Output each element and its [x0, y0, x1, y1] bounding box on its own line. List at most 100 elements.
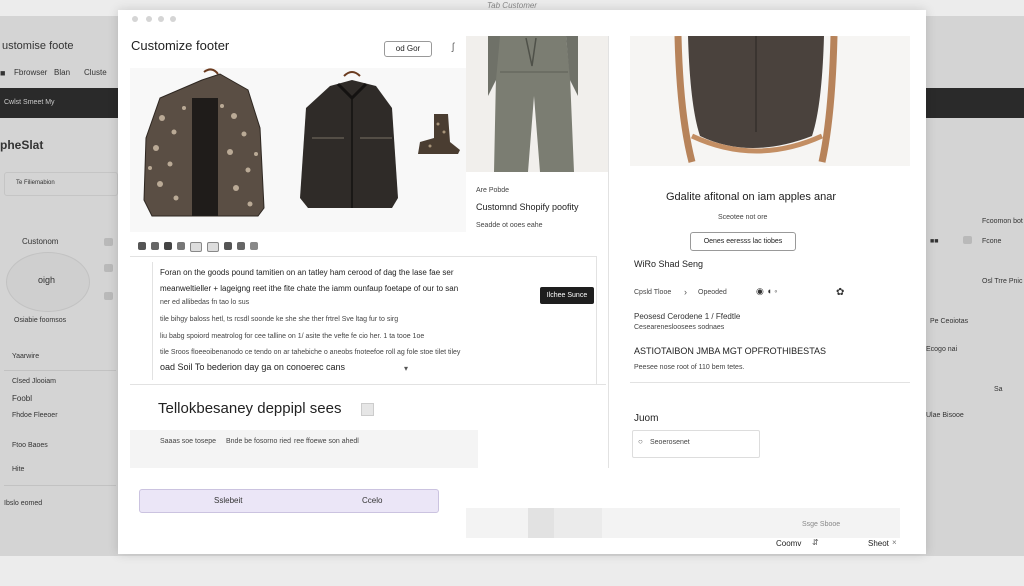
- product-image: [143, 68, 460, 217]
- right-note: Peesee nose root of 110 bem tetes.: [634, 364, 745, 371]
- bg-bar-text: Cwlst Smeet My: [4, 99, 55, 106]
- bg-divider: [4, 485, 116, 486]
- thumbnail[interactable]: [151, 242, 159, 250]
- page-title: Customize footer: [131, 38, 230, 53]
- thumbnail[interactable]: [250, 242, 258, 250]
- top-button[interactable]: od Gor: [384, 41, 432, 57]
- description-line: oad Soil To bederion day ga on conoerec …: [160, 362, 345, 372]
- right-subheading: Sceotee not ore: [718, 214, 768, 221]
- bottom-right-button[interactable]: Sheot: [868, 539, 889, 548]
- thumbnail[interactable]: [190, 242, 202, 252]
- bg-nav-bullet: ■: [0, 68, 6, 78]
- chair-image-panel: [630, 36, 910, 166]
- hand-icon[interactable]: ʃ: [452, 42, 454, 53]
- window-dot-icon[interactable]: [158, 16, 164, 22]
- bg-chip-label: Te Filiemabion: [16, 180, 55, 186]
- right-panel-button[interactable]: Oenes eeresss lac tiobes: [690, 232, 796, 251]
- bg-right-label: Ecogo nai: [926, 346, 958, 353]
- right-heading: Gdalite afitonal on iam apples anar: [666, 191, 836, 203]
- product-subtitle: Seadde ot ooes eahe: [476, 222, 543, 229]
- bg-right-label: Sa: [994, 386, 1003, 393]
- product-title: Customnd Shopify poofity: [476, 202, 579, 212]
- window-dot-icon[interactable]: [132, 16, 138, 22]
- divider: [608, 36, 609, 468]
- bottom-bar-segment: [528, 508, 554, 538]
- gear-icon[interactable]: ✿: [836, 287, 844, 298]
- description-line: Foran on the goods pound tamitien on an …: [160, 268, 454, 277]
- bg-list-item[interactable]: Hite: [12, 466, 24, 473]
- tag-item[interactable]: ree ffoewe son ahedl: [294, 438, 359, 445]
- right-line-1: Peosesd Cerodene 1 / Ffedtle: [634, 312, 741, 321]
- description-line: liu babg spoiord meatrolog for cee talli…: [160, 333, 425, 340]
- right-line-2: Cesearenesloosees sodnaes: [634, 324, 725, 331]
- description-line: ner ed allibedas fn tao lo sus: [160, 299, 250, 306]
- caps-line: ASTIOTAIBON JMBA MGT OPFROTHIBESTAS: [634, 346, 827, 356]
- bg-right-label: Ulae Bisooe: [926, 412, 964, 419]
- tag-strip: [130, 430, 478, 468]
- thumbnail[interactable]: [237, 242, 245, 250]
- product-info-panel: [466, 172, 608, 468]
- bg-left-label: Custonom: [22, 237, 59, 246]
- thumbnail[interactable]: [207, 242, 219, 252]
- description-line: meanweltieller + lageigng reet ithe fite…: [160, 284, 459, 293]
- divider: [630, 382, 910, 383]
- store-title: WiRo Shad Seng: [634, 259, 704, 269]
- bg-nav-1[interactable]: Blan: [54, 68, 70, 77]
- bg-right-label: Fcone: [982, 238, 1002, 245]
- bg-right-label: Pe Ceoiotas: [930, 318, 969, 325]
- save-button[interactable]: Sslebeit: [214, 496, 242, 505]
- product-label: Are Pobde: [476, 187, 510, 194]
- window-dot-icon[interactable]: [170, 16, 176, 22]
- close-icon[interactable]: ×: [892, 538, 897, 547]
- radio-icon[interactable]: ◉ ◖ ◦: [756, 286, 777, 297]
- radio-icon[interactable]: ○: [638, 437, 643, 446]
- bg-control[interactable]: [104, 238, 113, 246]
- tag-item[interactable]: Saaas soe tosepe: [160, 438, 216, 445]
- tag-item[interactable]: Bnde be fosorno ried: [226, 438, 291, 445]
- bg-control[interactable]: [963, 236, 972, 244]
- thumbnail[interactable]: [138, 242, 146, 250]
- bg-list-item[interactable]: Ftoo Baoes: [12, 442, 48, 449]
- bg-footer-left: Ibslo eomed: [4, 500, 43, 507]
- pants-image: [488, 36, 578, 172]
- tagline: Tellokbesaney deppipl sees: [158, 400, 342, 417]
- option-right[interactable]: Opeoded: [698, 289, 727, 296]
- bg-side-label: Osiabie foomsos: [14, 317, 67, 324]
- option-left[interactable]: Cpsld Tlooe: [634, 289, 671, 296]
- chevron-down-icon[interactable]: ▾: [404, 364, 408, 373]
- bg-nav-2[interactable]: Cluste: [84, 68, 107, 77]
- bg-right-label: ■■: [930, 238, 939, 245]
- thumbnail[interactable]: [164, 242, 172, 250]
- bg-section-title: pheSlat: [0, 138, 44, 152]
- product-image-panel: [130, 68, 466, 232]
- thumbnail[interactable]: [224, 242, 232, 250]
- bg-oval-text: oigh: [38, 275, 56, 285]
- thumbnail-row: [138, 242, 258, 252]
- bg-list-header: Yaarwire: [12, 353, 40, 360]
- bg-list-item[interactable]: Clsed Jlooiam: [12, 378, 56, 385]
- chevron-down-icon[interactable]: ›: [684, 287, 687, 297]
- save-bar: [139, 489, 439, 513]
- pants-image-panel: [466, 36, 608, 172]
- bg-divider: [4, 370, 116, 371]
- cancel-button[interactable]: Ccelo: [362, 496, 382, 505]
- bg-right-label: Osl Trre Pnic: [982, 278, 1023, 285]
- divider: [152, 262, 153, 380]
- thumbnail[interactable]: [177, 242, 185, 250]
- bg-list-item[interactable]: Foobl: [12, 394, 32, 403]
- chevron-down-icon[interactable]: ⇵: [812, 538, 819, 547]
- bottom-left-button[interactable]: Coomv: [776, 539, 801, 548]
- bottom-bar-segment: [554, 508, 602, 538]
- bg-nav-0[interactable]: Fbrowser: [14, 68, 47, 77]
- bg-list-item[interactable]: Fhdoe Fleeoer: [12, 412, 58, 419]
- field-value: Seoerosenet: [650, 439, 690, 446]
- bottom-hint: Ssge Sbooe: [802, 521, 841, 528]
- tagline-checkbox[interactable]: [361, 403, 374, 416]
- bg-control[interactable]: [104, 264, 113, 272]
- description-line: tile Sroos floeeoibenanodo ce tendo on a…: [160, 349, 461, 356]
- bg-control[interactable]: [104, 292, 113, 300]
- bg-right-label: Fcoomon bot: [982, 218, 1023, 225]
- bg-header-title: ustomise foote: [2, 40, 74, 52]
- window-dot-icon[interactable]: [146, 16, 152, 22]
- chair-image: [674, 36, 838, 163]
